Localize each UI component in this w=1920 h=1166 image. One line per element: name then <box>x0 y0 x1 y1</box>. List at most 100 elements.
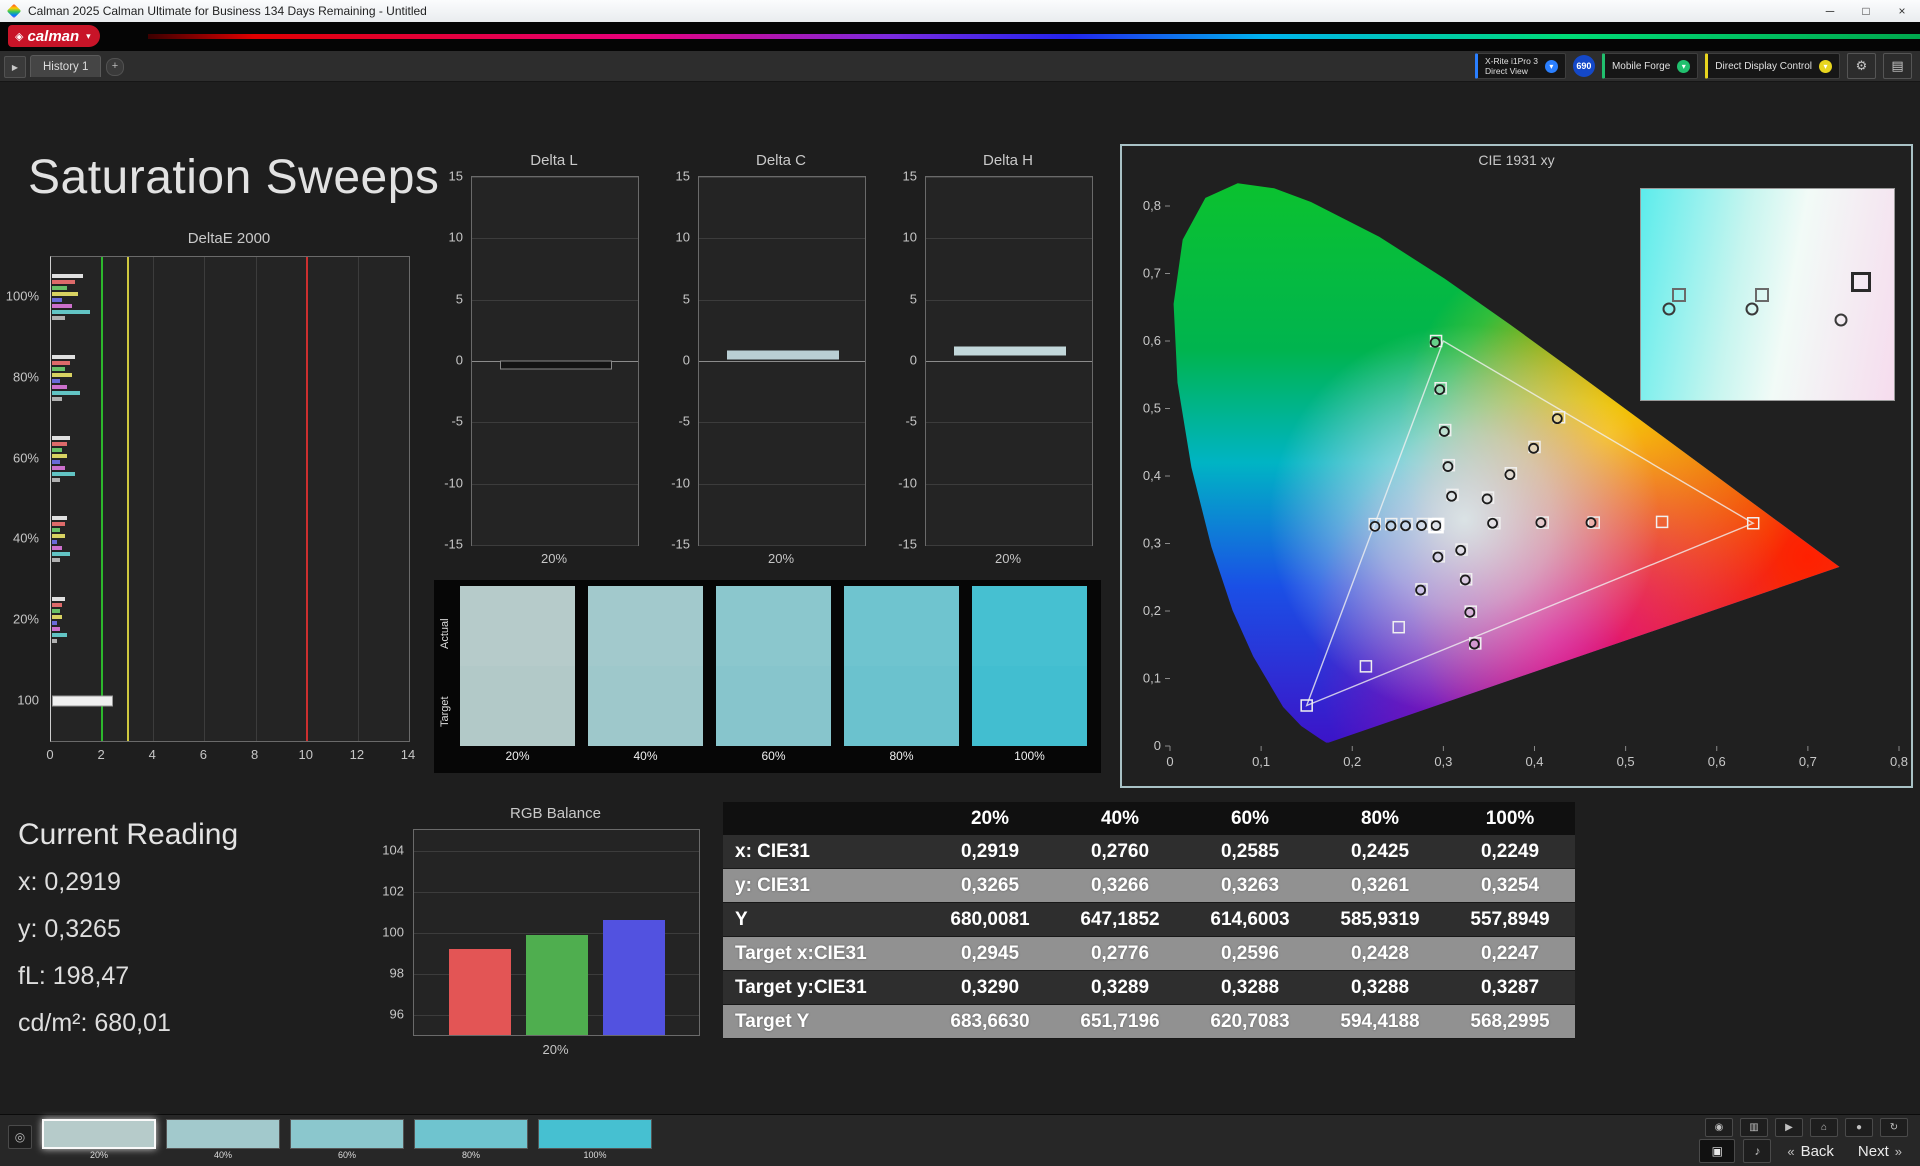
delta-gridline <box>472 545 638 546</box>
pattern-patch-100%[interactable] <box>538 1119 652 1149</box>
delta-y-tick: 5 <box>682 291 690 307</box>
chevron-down-icon[interactable]: ▾ <box>1544 59 1558 73</box>
delta-y-tick: 5 <box>909 291 917 307</box>
play-button[interactable]: ▶ <box>1775 1118 1803 1137</box>
deltae-bar <box>52 695 113 707</box>
logo-dropdown-icon[interactable]: ▾ <box>86 31 91 42</box>
close-button[interactable]: × <box>1884 0 1920 22</box>
chevron-down-icon[interactable]: ▾ <box>1677 59 1691 73</box>
deltae-bar <box>52 621 58 625</box>
swatch-target-half <box>716 666 831 746</box>
rgb-y-tick: 96 <box>389 1006 404 1021</box>
delta-x-label: 20% <box>994 551 1022 566</box>
pattern-patch-60%[interactable] <box>290 1119 404 1149</box>
cie-measured-green <box>1446 490 1457 502</box>
trash-button[interactable]: ▥ <box>1740 1118 1768 1137</box>
cie-x-tick: 0,7 <box>1799 754 1817 769</box>
table-cell: 620,7083 <box>1185 1004 1315 1039</box>
delta-gridline <box>926 422 1092 424</box>
pattern-patch-80%[interactable] <box>414 1119 528 1149</box>
rgb-balance-title: RGB Balance <box>510 805 601 822</box>
minimize-button[interactable]: ─ <box>1812 0 1848 22</box>
home-button[interactable]: ⌂ <box>1810 1118 1838 1137</box>
cie-title: CIE 1931 xy <box>1478 152 1555 168</box>
next-button[interactable]: Next » <box>1850 1141 1910 1162</box>
settings-gear-button[interactable]: ⚙ <box>1847 53 1876 79</box>
swatch-target-half <box>844 666 959 746</box>
swatch-color <box>972 586 1087 746</box>
table-col-header: 80% <box>1315 802 1445 835</box>
table-row: Target y:CIE31 0,3290 0,3289 0,3288 0,3288 0,… <box>723 970 1575 1005</box>
panel-toggle-button[interactable]: ▶ <box>4 56 26 78</box>
cie-measured-cyan <box>1416 520 1427 531</box>
eye-button[interactable]: ◎ <box>8 1125 32 1149</box>
measurement-table: 20% 40% 60% 80% 100% x: CIE31 0,2919 0,2760 0,25… <box>723 802 1575 1039</box>
pattern-patch-cell: 20% <box>42 1119 156 1160</box>
table-col-header: 60% <box>1185 802 1315 835</box>
delta-gridline <box>472 177 638 178</box>
menu-button[interactable]: ▤ <box>1883 53 1912 79</box>
tab-history-1[interactable]: History 1 <box>30 55 102 77</box>
delta-chart-delta-l: Delta L 15 10 5 0 -5 -10 -15 20% <box>421 152 639 566</box>
swatch-color <box>588 586 703 746</box>
calman-diamond-icon: ◈ <box>15 30 24 43</box>
table-cell: 0,2425 <box>1315 835 1445 869</box>
deltae-bar <box>52 516 68 521</box>
inset-marker-square_bold <box>1851 271 1872 292</box>
deltae-x-tick: 14 <box>400 747 416 762</box>
deltae-bar-group <box>52 597 409 643</box>
cie-y-tick: 0,5 <box>1143 401 1161 416</box>
deltae-bar <box>52 355 75 359</box>
swatch-label: 80% <box>889 749 914 763</box>
deltae-bar <box>52 361 70 365</box>
pattern-patch-20%[interactable] <box>42 1119 156 1149</box>
cie-measured-magenta <box>1468 638 1480 650</box>
deltae-bar <box>52 280 75 285</box>
table-cell: 0,2428 <box>1315 936 1445 971</box>
cie-measured-yellow <box>1504 469 1516 481</box>
app-icon <box>6 3 22 19</box>
cie-y-tick: 0,2 <box>1143 603 1161 618</box>
deltae-bar <box>52 286 68 291</box>
cie-measured-yellow <box>1481 493 1493 505</box>
window-title: Calman 2025 Calman Ultimate for Business… <box>28 4 427 18</box>
cie-measured-yellow <box>1528 442 1539 454</box>
cie-measured-yellow <box>1551 413 1563 425</box>
deltae-bar <box>52 385 68 389</box>
audio-button[interactable]: ♪ <box>1743 1139 1772 1163</box>
table-cell: 647,1852 <box>1055 902 1185 937</box>
delta-value-bar <box>954 346 1066 356</box>
record-button[interactable]: ● <box>1845 1118 1873 1137</box>
table-cell: 0,3289 <box>1055 970 1185 1005</box>
swatch-target-half <box>972 666 1087 746</box>
swatch-label: 40% <box>633 749 658 763</box>
deltae-bar <box>52 465 65 470</box>
back-button[interactable]: « Back <box>1779 1141 1842 1162</box>
meter-badge[interactable]: 690 <box>1572 55 1595 77</box>
pattern-patch-40%[interactable] <box>166 1119 280 1149</box>
deltae-bar <box>52 453 68 458</box>
meter-selector[interactable]: X-Rite i1Pro 3 Direct View ▾ <box>1475 53 1566 79</box>
chevron-down-icon[interactable]: ▾ <box>1819 59 1832 73</box>
bottom-tool-buttons: ◉ ▥ ▶ ⌂ ● ↻ <box>1705 1118 1908 1137</box>
cie-measured-cyan <box>1385 520 1397 532</box>
maximize-button[interactable]: □ <box>1848 0 1884 22</box>
table-cell: 568,2995 <box>1445 1004 1575 1039</box>
table-cell: 683,6630 <box>925 1004 1055 1039</box>
eye-button[interactable]: ◉ <box>1705 1118 1733 1137</box>
cie-1931-panel: CIE 1931 xy 0 0,1 0,2 0,3 0,4 0,5 0,6 0,7 0,8 0 0,… <box>1120 144 1913 788</box>
delta-charts: Delta L 15 10 5 0 -5 -10 -15 20% Delta C 15 10 5 0 -5 -… <box>421 152 1093 566</box>
deltae-plot-area <box>50 256 410 742</box>
cie-x-tick: 0,5 <box>1617 754 1635 769</box>
add-tab-button[interactable]: + <box>106 58 124 76</box>
refresh-button[interactable]: ↻ <box>1880 1118 1908 1137</box>
table-col-header: 20% <box>925 802 1055 835</box>
calman-logo[interactable]: ◈ calman ▾ <box>8 25 100 47</box>
bottom-right-controls: ◉ ▥ ▶ ⌂ ● ↻ ▣ ♪ « Back Next » <box>1610 1118 1910 1164</box>
display-selector[interactable]: Direct Display Control ▾ <box>1705 53 1840 79</box>
deltae-bar <box>52 558 60 563</box>
source-selector[interactable]: Mobile Forge ▾ <box>1601 53 1699 79</box>
pattern-window-button[interactable]: ▣ <box>1699 1139 1736 1163</box>
table-cell: 0,3288 <box>1315 970 1445 1005</box>
deltae-bar <box>52 274 83 279</box>
